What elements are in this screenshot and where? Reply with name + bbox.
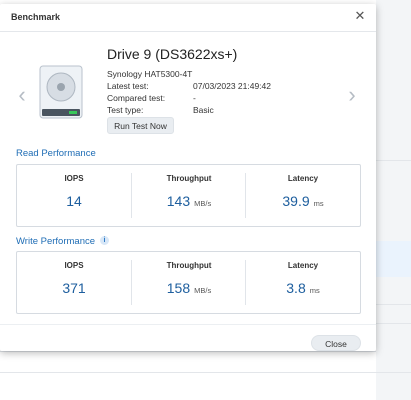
drive-name: Drive 9 (DS3622xs+) — [107, 46, 238, 62]
write-latency-unit: ms — [309, 286, 320, 295]
read-iops-label: IOPS — [64, 174, 84, 183]
read-latency-unit: ms — [313, 199, 324, 208]
close-icon[interactable]: ✕ — [353, 9, 367, 23]
latest-test-value: 07/03/2023 21:49:42 — [193, 81, 271, 91]
background-panel — [376, 0, 411, 400]
dialog-title: Benchmark — [11, 12, 61, 22]
benchmark-dialog: Benchmark ✕ ‹ › Drive 9 (DS3622xs+) Syno… — [0, 4, 376, 351]
compared-test-value: - — [193, 93, 196, 103]
write-throughput: Throughput 158 MB/s — [132, 252, 246, 313]
read-throughput-value: 143 MB/s — [166, 193, 212, 209]
close-button[interactable]: Close — [311, 335, 361, 351]
write-latency-label: Latency — [287, 261, 319, 270]
chevron-left-icon[interactable]: ‹ — [15, 84, 29, 108]
background-row-divider — [0, 372, 411, 373]
read-throughput-label: Throughput — [166, 174, 212, 183]
write-latency: Latency 3.8 ms — [246, 252, 360, 313]
write-latency-value: 3.8 ms — [286, 280, 320, 296]
background-row-selected — [376, 241, 411, 277]
compared-test-label: Compared test: — [107, 93, 166, 103]
write-throughput-value: 158 MB/s — [166, 280, 212, 296]
test-type-value: Basic — [193, 105, 214, 115]
write-iops-label: IOPS — [64, 261, 84, 270]
background-row-divider — [376, 160, 411, 161]
read-latency-value: 39.9 ms — [282, 193, 324, 209]
read-iops-value: 14 — [66, 193, 82, 209]
write-iops: IOPS 371 — [17, 252, 131, 313]
hard-drive-icon — [39, 65, 83, 119]
read-latency: Latency 39.9 ms — [246, 165, 360, 226]
write-iops-value: 371 — [62, 280, 86, 296]
background-row-divider — [376, 323, 411, 324]
footer-divider — [0, 324, 376, 325]
write-performance-card: IOPS 371 Throughput 158 MB/s Latency 3.8 m… — [16, 251, 361, 314]
read-iops: IOPS 14 — [17, 165, 131, 226]
latest-test-label: Latest test: — [107, 81, 149, 91]
write-performance-title: Write Performance — [16, 236, 96, 247]
drive-model: Synology HAT5300-4T — [107, 69, 193, 79]
write-throughput-label: Throughput — [166, 261, 212, 270]
read-performance-title: Read Performance — [16, 148, 96, 159]
read-latency-label: Latency — [287, 174, 319, 183]
test-type-label: Test type: — [107, 105, 144, 115]
background-divider — [0, 351, 376, 352]
run-test-button[interactable]: Run Test Now — [107, 117, 174, 134]
info-icon[interactable]: i — [100, 236, 109, 245]
read-throughput: Throughput 143 MB/s — [132, 165, 246, 226]
dialog-titlebar: Benchmark ✕ — [0, 4, 376, 32]
read-performance-card: IOPS 14 Throughput 143 MB/s Latency 39.9 m… — [16, 164, 361, 227]
write-throughput-unit: MB/s — [194, 286, 212, 295]
chevron-right-icon[interactable]: › — [345, 84, 359, 108]
background-row-divider — [376, 304, 411, 305]
read-throughput-unit: MB/s — [194, 199, 212, 208]
